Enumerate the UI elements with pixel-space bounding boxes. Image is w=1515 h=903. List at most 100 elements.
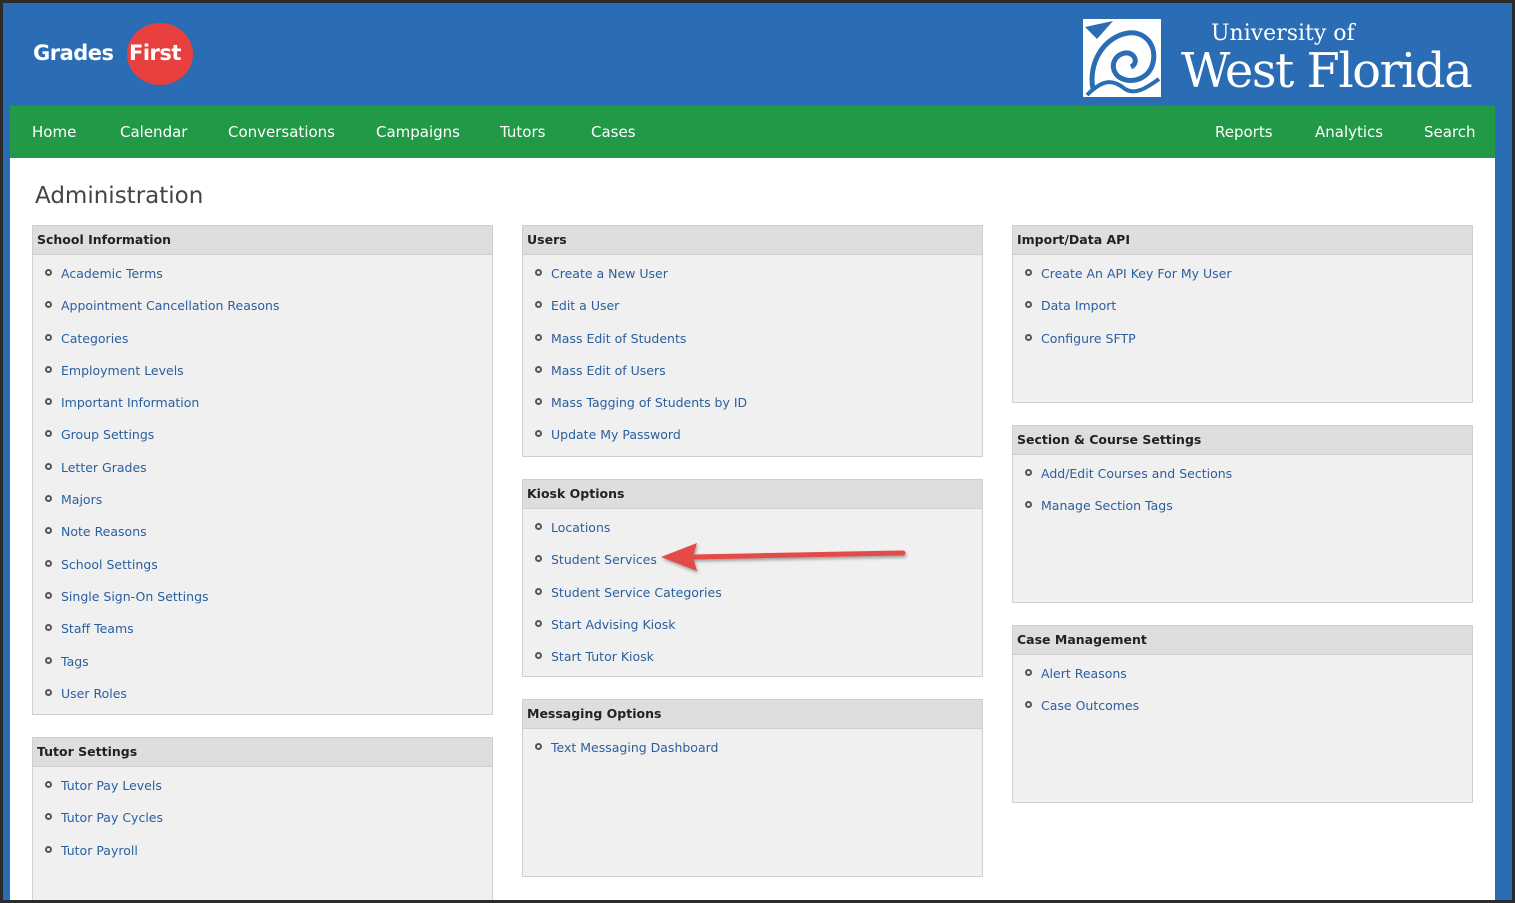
panel-title: Import/Data API [1013,226,1472,255]
link-tutor-pay-cycles[interactable]: Tutor Pay Cycles [61,810,163,825]
list-item: Edit a User [523,296,982,328]
bullet-icon [45,591,52,599]
list-item: Important Information [33,393,492,425]
bullet-icon [535,398,542,406]
gradesfirst-logo[interactable]: Grades First [31,21,201,89]
panel-messaging-options: Messaging Options Text Messaging Dashboa… [522,699,983,877]
bullet-icon [45,656,52,664]
panel-tutor-settings: Tutor Settings Tutor Pay Levels Tutor Pa… [32,737,493,900]
list-item: Tutor Pay Cycles [33,808,492,840]
annotation-arrow-icon [661,543,906,571]
bullet-icon [535,743,542,750]
bullet-icon [45,269,52,276]
nautilus-seal-icon [1083,19,1161,97]
link-note-reasons[interactable]: Note Reasons [61,524,147,539]
nav-reports[interactable]: Reports [1215,106,1273,158]
list-item: Group Settings [33,425,492,457]
list-item: Update My Password [523,425,982,457]
bullet-icon [1025,301,1032,309]
link-important-information[interactable]: Important Information [61,395,199,410]
list-item: Create a New User [523,264,982,296]
bullet-icon [535,430,542,438]
bullet-icon [45,301,52,309]
list-item: Add/Edit Courses and Sections [1013,464,1472,496]
bullet-icon [535,269,542,276]
header: Grades First University of West Florida [3,3,1512,106]
link-add-edit-courses-sections[interactable]: Add/Edit Courses and Sections [1041,466,1232,481]
link-manage-section-tags[interactable]: Manage Section Tags [1041,498,1173,513]
link-mass-edit-students[interactable]: Mass Edit of Students [551,331,686,346]
link-group-settings[interactable]: Group Settings [61,427,154,442]
link-create-api-key[interactable]: Create An API Key For My User [1041,266,1232,281]
bullet-icon [535,333,542,341]
nav-analytics[interactable]: Analytics [1315,106,1383,158]
bullet-icon [45,462,52,470]
link-mass-edit-users[interactable]: Mass Edit of Users [551,363,666,378]
bullet-icon [45,559,52,567]
link-start-advising-kiosk[interactable]: Start Advising Kiosk [551,617,676,632]
list-item: Tutor Pay Levels [33,776,492,808]
link-configure-sftp[interactable]: Configure SFTP [1041,331,1136,346]
link-staff-teams[interactable]: Staff Teams [61,621,134,636]
link-employment-levels[interactable]: Employment Levels [61,363,184,378]
bullet-icon [45,495,52,503]
nav-cases[interactable]: Cases [591,106,636,158]
list-item: Employment Levels [33,361,492,393]
panel-school-information: School Information Academic Terms Appoin… [32,225,493,715]
link-majors[interactable]: Majors [61,492,102,507]
link-tutor-pay-levels[interactable]: Tutor Pay Levels [61,778,162,793]
link-data-import[interactable]: Data Import [1041,298,1116,313]
bullet-icon [45,845,52,853]
link-case-outcomes[interactable]: Case Outcomes [1041,698,1139,713]
list-item: Mass Edit of Users [523,361,982,393]
bullet-icon [535,652,542,660]
link-create-new-user[interactable]: Create a New User [551,266,668,281]
link-appointment-cancellation-reasons[interactable]: Appointment Cancellation Reasons [61,298,280,313]
link-edit-user[interactable]: Edit a User [551,298,619,313]
link-list: Create a New User Edit a User Mass Edit … [523,255,982,458]
link-student-services[interactable]: Student Services [551,552,657,567]
bullet-icon [45,365,52,373]
list-item: User Roles [33,684,492,716]
link-start-tutor-kiosk[interactable]: Start Tutor Kiosk [551,649,654,664]
nav-home[interactable]: Home [32,106,76,158]
link-locations[interactable]: Locations [551,520,610,535]
link-mass-tagging-students[interactable]: Mass Tagging of Students by ID [551,395,747,410]
nav-calendar[interactable]: Calendar [120,106,187,158]
list-item: Letter Grades [33,458,492,490]
link-letter-grades[interactable]: Letter Grades [61,460,147,475]
nav-tutors[interactable]: Tutors [500,106,545,158]
list-item: Text Messaging Dashboard [523,738,982,770]
bullet-icon [1025,469,1032,476]
logo-text-first: First [129,41,181,65]
link-tutor-payroll[interactable]: Tutor Payroll [61,843,138,858]
list-item: Create An API Key For My User [1013,264,1472,296]
bullet-icon [535,365,542,373]
nav-conversations[interactable]: Conversations [228,106,335,158]
page-title: Administration [35,183,204,209]
admin-content: Administration School Information Academ… [10,158,1495,900]
link-academic-terms[interactable]: Academic Terms [61,266,163,281]
link-categories[interactable]: Categories [61,331,128,346]
panel-title: Case Management [1013,626,1472,655]
link-school-settings[interactable]: School Settings [61,557,158,572]
list-item: Student Service Categories [523,583,982,615]
bullet-icon [45,813,52,821]
link-student-service-categories[interactable]: Student Service Categories [551,585,722,600]
nav-campaigns[interactable]: Campaigns [376,106,460,158]
nav-search[interactable]: Search [1424,106,1476,158]
list-item: Note Reasons [33,522,492,554]
link-user-roles[interactable]: User Roles [61,686,127,701]
list-item: Alert Reasons [1013,664,1472,696]
list-item: Case Outcomes [1013,696,1472,728]
link-tags[interactable]: Tags [61,654,89,669]
link-alert-reasons[interactable]: Alert Reasons [1041,666,1127,681]
link-update-my-password[interactable]: Update My Password [551,427,681,442]
link-text-messaging-dashboard[interactable]: Text Messaging Dashboard [551,740,718,755]
link-single-sign-on-settings[interactable]: Single Sign-On Settings [61,589,209,604]
panel-title: School Information [33,226,492,255]
bullet-icon [535,301,542,309]
bullet-icon [45,688,52,696]
bullet-icon [1025,669,1032,676]
main-nav: Home Calendar Conversations Campaigns Tu… [10,106,1495,158]
